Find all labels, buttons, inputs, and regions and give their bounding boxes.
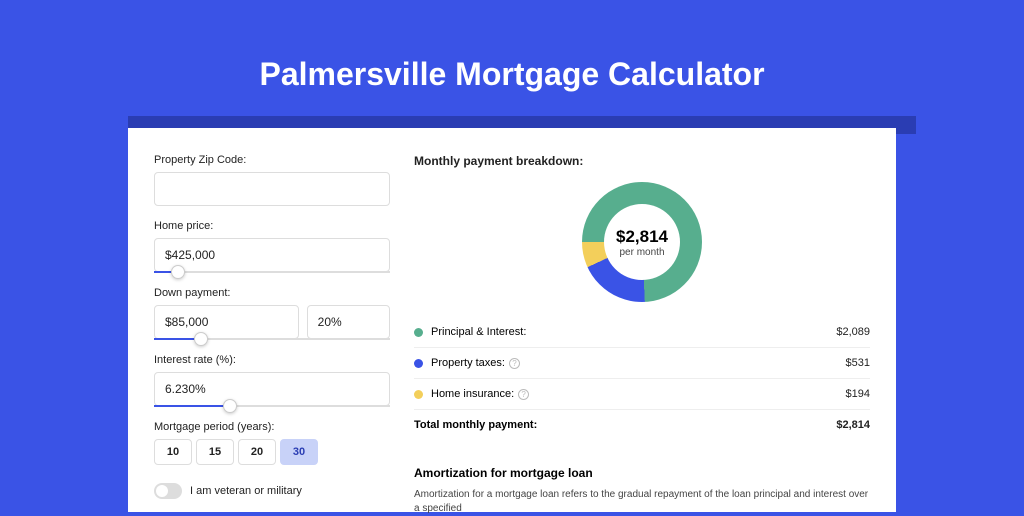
- donut-chart-wrap: $2,814 per month: [414, 176, 870, 316]
- down-payment-field: Down payment:: [154, 287, 390, 340]
- slider-knob-icon[interactable]: [223, 399, 237, 413]
- veteran-toggle[interactable]: [154, 483, 182, 499]
- help-icon[interactable]: ?: [518, 389, 529, 400]
- total-label: Total monthly payment:: [414, 419, 836, 431]
- legend-label: Property taxes: ?: [431, 357, 846, 369]
- period-option-15[interactable]: 15: [196, 439, 234, 465]
- down-payment-input[interactable]: [154, 305, 299, 339]
- legend-value: $194: [846, 388, 870, 400]
- zip-field: Property Zip Code:: [154, 154, 390, 206]
- breakdown-column: Monthly payment breakdown: $2,814 per mo…: [414, 154, 870, 512]
- page-title: Palmersville Mortgage Calculator: [0, 0, 1024, 93]
- total-value: $2,814: [836, 419, 870, 431]
- zip-input[interactable]: [154, 172, 390, 206]
- home-price-input[interactable]: [154, 238, 390, 272]
- legend-label: Home insurance: ?: [431, 388, 846, 400]
- home-price-slider[interactable]: [154, 271, 390, 273]
- period-label: Mortgage period (years):: [154, 421, 390, 433]
- home-price-field: Home price:: [154, 220, 390, 273]
- legend-row-insurance: Home insurance: ? $194: [414, 379, 870, 410]
- interest-input[interactable]: [154, 372, 390, 406]
- dot-icon: [414, 359, 423, 368]
- legend: Principal & Interest: $2,089 Property ta…: [414, 316, 870, 440]
- donut-center: $2,814 per month: [604, 204, 680, 280]
- help-icon[interactable]: ?: [509, 358, 520, 369]
- interest-field: Interest rate (%):: [154, 354, 390, 407]
- interest-slider[interactable]: [154, 405, 390, 407]
- period-option-10[interactable]: 10: [154, 439, 192, 465]
- legend-value: $2,089: [836, 326, 870, 338]
- down-payment-label: Down payment:: [154, 287, 390, 299]
- form-column: Property Zip Code: Home price: Down paym…: [154, 154, 390, 512]
- home-price-label: Home price:: [154, 220, 390, 232]
- breakdown-title: Monthly payment breakdown:: [414, 154, 870, 168]
- slider-knob-icon[interactable]: [194, 332, 208, 346]
- legend-label: Principal & Interest:: [431, 326, 836, 338]
- dot-icon: [414, 390, 423, 399]
- legend-row-total: Total monthly payment: $2,814: [414, 410, 870, 440]
- period-option-30[interactable]: 30: [280, 439, 318, 465]
- legend-value: $531: [846, 357, 870, 369]
- down-payment-pct-input[interactable]: [307, 305, 390, 339]
- interest-label: Interest rate (%):: [154, 354, 390, 366]
- period-option-20[interactable]: 20: [238, 439, 276, 465]
- calculator-panel: Property Zip Code: Home price: Down paym…: [128, 128, 896, 512]
- period-options: 10 15 20 30: [154, 439, 390, 465]
- donut-chart: $2,814 per month: [582, 182, 702, 302]
- zip-label: Property Zip Code:: [154, 154, 390, 166]
- legend-row-principal: Principal & Interest: $2,089: [414, 317, 870, 348]
- dot-icon: [414, 328, 423, 337]
- donut-sublabel: per month: [619, 247, 664, 258]
- donut-amount: $2,814: [616, 227, 668, 247]
- amortization-section: Amortization for mortgage loan Amortizat…: [414, 454, 870, 516]
- legend-row-taxes: Property taxes: ? $531: [414, 348, 870, 379]
- down-payment-slider[interactable]: [154, 338, 390, 340]
- slider-knob-icon[interactable]: [171, 265, 185, 279]
- veteran-row: I am veteran or military: [154, 483, 390, 499]
- veteran-label: I am veteran or military: [190, 485, 302, 497]
- amortization-title: Amortization for mortgage loan: [414, 466, 870, 480]
- period-field: Mortgage period (years): 10 15 20 30: [154, 421, 390, 465]
